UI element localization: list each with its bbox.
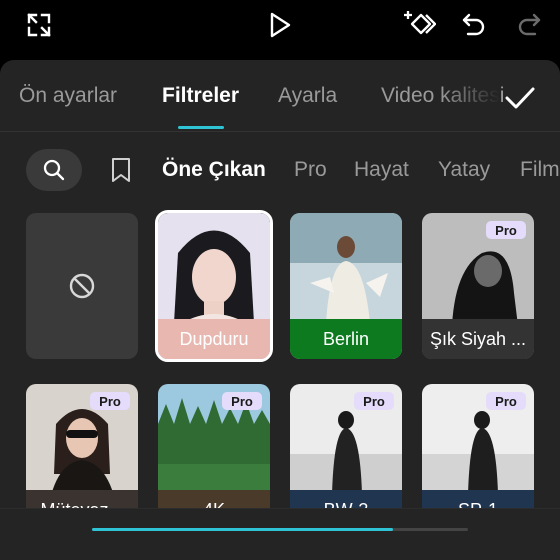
search-button[interactable] — [26, 149, 82, 191]
no-filter-icon — [69, 273, 95, 299]
top-toolbar — [0, 0, 560, 50]
category-featured[interactable]: Öne Çıkan — [162, 158, 266, 182]
filter-none[interactable] — [26, 213, 138, 359]
tab-fade — [440, 70, 500, 120]
undo-icon[interactable] — [457, 8, 491, 42]
filter-dupduru[interactable]: Dupduru — [155, 210, 273, 362]
category-film[interactable]: Film — [520, 158, 560, 182]
pro-badge: Pro — [486, 221, 526, 239]
search-icon — [43, 159, 65, 181]
category-landscape[interactable]: Yatay — [438, 158, 490, 182]
progress-fill — [92, 528, 393, 531]
pro-badge: Pro — [222, 392, 262, 410]
active-tab-indicator — [178, 126, 224, 129]
category-life[interactable]: Hayat — [354, 158, 409, 182]
category-bar: Öne Çıkan Pro Hayat Yatay Film — [0, 144, 560, 200]
filter-panel: Ön ayarlar Filtreler Ayarla Video kalite… — [0, 60, 560, 560]
pro-badge: Pro — [354, 392, 394, 410]
tab-presets[interactable]: Ön ayarlar — [19, 84, 117, 108]
filter-label: Dupduru — [158, 319, 270, 359]
filter-sik-siyah[interactable]: Şık Siyah ... Pro — [422, 213, 534, 359]
filter-label: Berlin — [290, 319, 402, 359]
panel-tabs: Ön ayarlar Filtreler Ayarla Video kalite… — [0, 60, 560, 132]
bottom-bar — [0, 508, 560, 560]
keyframe-add-icon[interactable] — [402, 8, 436, 42]
tab-filters[interactable]: Filtreler — [162, 84, 239, 108]
tab-adjust[interactable]: Ayarla — [278, 84, 337, 108]
intensity-progress[interactable] — [92, 528, 468, 531]
confirm-check-icon[interactable] — [500, 80, 540, 116]
pro-badge: Pro — [90, 392, 130, 410]
filter-label: Şık Siyah ... — [422, 319, 534, 359]
play-icon[interactable] — [263, 8, 297, 42]
filter-berlin[interactable]: Berlin — [290, 213, 402, 359]
fullscreen-icon[interactable] — [22, 8, 56, 42]
redo-icon[interactable] — [512, 8, 546, 42]
category-pro[interactable]: Pro — [294, 158, 327, 182]
pro-badge: Pro — [486, 392, 526, 410]
bookmark-icon[interactable] — [106, 154, 136, 186]
filter-grid: Dupduru Berlin Şık Siyah ... Pro Pro Pro… — [0, 210, 560, 530]
